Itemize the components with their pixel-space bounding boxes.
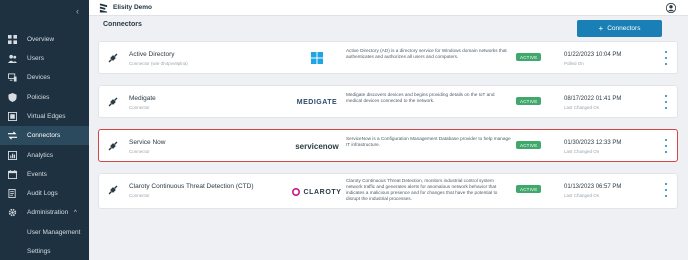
sidebar-item-label: Audit Logs — [27, 190, 58, 197]
grid-icon — [8, 35, 17, 44]
more-options-icon[interactable] — [663, 183, 669, 197]
sidebar-item-label: Administration — [27, 209, 69, 216]
sidebar-item-label: Events — [27, 171, 47, 178]
add-connector-label: Connectors — [607, 25, 641, 32]
sidebar-item-connectors[interactable]: Connectors — [0, 126, 89, 145]
connector-subtitle: Connector — [129, 149, 150, 154]
connector-date: 01/13/2023 06:57 PM — [564, 184, 622, 190]
connector-description: Active Directory (AD) is a directory ser… — [346, 48, 507, 59]
servicenow-logo: servicenow — [277, 137, 357, 155]
users-icon — [8, 54, 17, 63]
sidebar-item-label: Settings — [27, 248, 51, 255]
servicenow-logo-text: servicenow — [295, 141, 339, 151]
add-connector-button[interactable]: + Connectors — [577, 20, 662, 37]
sidebar-item-settings[interactable]: Settings — [0, 242, 89, 260]
sidebar-item-users[interactable]: Users — [0, 49, 89, 68]
sidebar-item-overview[interactable]: Overview — [0, 30, 89, 49]
app-title: Elisity Demo — [113, 4, 153, 11]
elisity-logo-icon — [99, 3, 108, 13]
sidebar-item-label: Connectors — [27, 132, 61, 139]
sidebar: ‹ Overview Users Devices Policies Virtua… — [0, 0, 89, 260]
events-icon — [8, 170, 17, 179]
medigate-logo: MEDIGATE — [277, 93, 357, 111]
medigate-logo-text: MEDIGATE — [296, 98, 338, 106]
connector-description: Medigate discovers devices and begins pr… — [346, 92, 495, 103]
connector-card-claroty[interactable]: Claroty Continuous Threat Detection (CTD… — [98, 173, 678, 209]
topbar: Elisity Demo — [89, 0, 688, 16]
claroty-logo-text: CLAROTY — [303, 188, 342, 196]
status-badge: ACTIVE — [516, 141, 542, 149]
connector-card-medigate[interactable]: Medigate Connector MEDIGATE Medigate dis… — [98, 85, 678, 118]
gear-icon — [8, 208, 17, 217]
plug-icon — [108, 97, 118, 107]
connector-card-service-now[interactable]: Service Now Connector servicenow Service… — [98, 129, 678, 162]
sidebar-item-label: Policies — [27, 94, 50, 101]
status-badge: ACTIVE — [516, 53, 542, 61]
connector-date-label: Last Changed On — [564, 149, 600, 154]
devices-icon — [8, 73, 17, 82]
collapse-sidebar-icon[interactable]: ‹ — [76, 6, 79, 16]
sidebar-item-devices[interactable]: Devices — [0, 68, 89, 87]
sidebar-item-virtual-edges[interactable]: Virtual Edges — [0, 107, 89, 126]
connector-date: 01/30/2023 12:33 PM — [564, 140, 622, 146]
connector-date: 01/22/2023 10:04 PM — [564, 52, 622, 58]
edge-icon — [8, 112, 17, 121]
plug-icon — [108, 141, 118, 151]
more-options-icon[interactable] — [663, 51, 669, 65]
claroty-mark-icon — [292, 188, 301, 196]
user-avatar-icon[interactable] — [666, 3, 676, 13]
connector-name: Medigate — [129, 95, 156, 102]
connector-description: ServiceNow is a Configuration Management… — [346, 136, 511, 147]
audit-icon — [8, 189, 17, 198]
plus-icon: + — [598, 24, 604, 33]
sidebar-item-label: User Management — [27, 229, 81, 236]
connector-card-active-directory[interactable]: Active Directory Connector (win-3h4pvv9p… — [98, 41, 678, 74]
more-options-icon[interactable] — [663, 139, 669, 153]
status-badge: ACTIVE — [516, 185, 542, 193]
connector-date-label: Polled On — [564, 61, 584, 66]
windows-logo — [277, 49, 357, 67]
more-options-icon[interactable] — [663, 95, 669, 109]
connector-date-label: Last Changed On — [564, 193, 600, 198]
connector-subtitle: Connector (win-3h4pvv9plna) — [129, 61, 188, 66]
connector-name: Active Directory — [129, 51, 175, 58]
status-badge: ACTIVE — [516, 97, 542, 105]
sidebar-item-analytics[interactable]: Analytics — [0, 146, 89, 165]
connector-subtitle: Connector — [129, 193, 150, 198]
sidebar-item-label: Overview — [27, 36, 55, 43]
plug-icon — [108, 53, 118, 63]
sidebar-item-label: Users — [27, 55, 44, 62]
plug-icon — [108, 185, 118, 195]
connector-name: Claroty Continuous Threat Detection (CTD… — [129, 183, 254, 190]
sidebar-item-events[interactable]: Events — [0, 165, 89, 184]
sidebar-item-audit-logs[interactable]: Audit Logs — [0, 184, 89, 203]
connector-subtitle: Connector — [129, 105, 150, 110]
sidebar-item-policies[interactable]: Policies — [0, 88, 89, 107]
connectors-icon — [8, 131, 17, 140]
analytics-icon — [8, 151, 17, 160]
shield-icon — [8, 93, 17, 102]
connector-description: Claroty Continuous Threat Detection, mon… — [346, 178, 498, 201]
connector-date-label: Last Changed On — [564, 105, 600, 110]
sidebar-item-administration[interactable]: Administration ^ — [0, 203, 89, 222]
sidebar-item-user-management[interactable]: User Management — [0, 223, 89, 242]
page-title: Connectors — [103, 21, 142, 28]
sidebar-item-label: Virtual Edges — [27, 113, 66, 120]
sidebar-item-label: Devices — [27, 74, 51, 81]
claroty-logo: CLAROTY — [277, 183, 357, 201]
chevron-up-icon: ^ — [74, 209, 77, 216]
connector-name: Service Now — [129, 139, 166, 146]
connector-date: 08/17/2022 01:41 PM — [564, 96, 622, 102]
sidebar-item-label: Analytics — [27, 152, 54, 159]
